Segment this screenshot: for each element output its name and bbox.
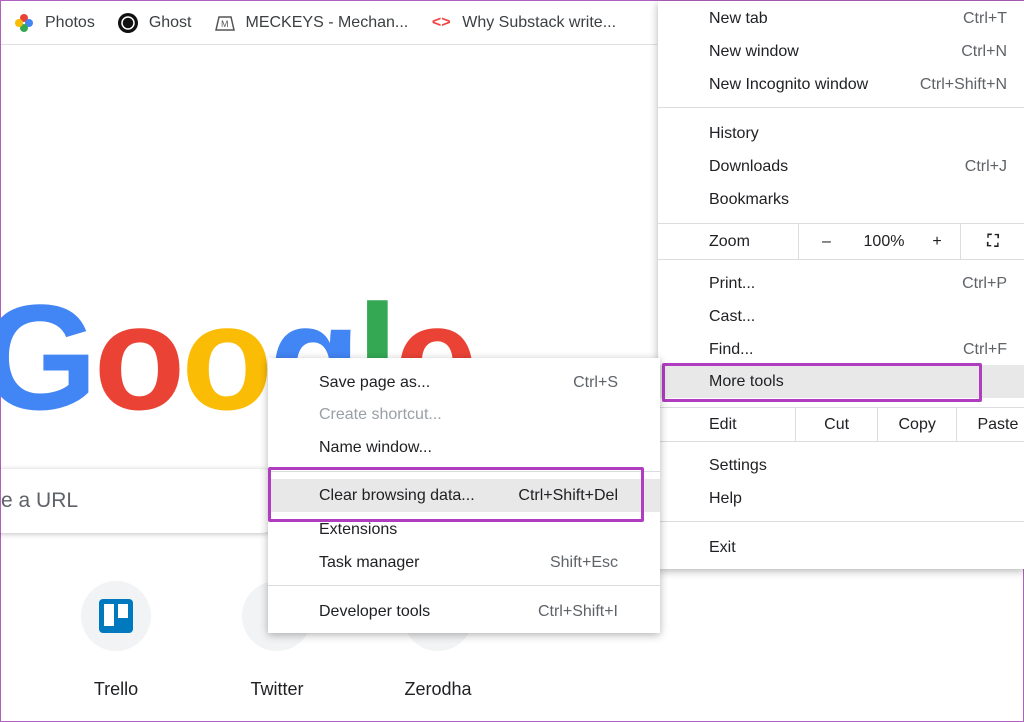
zoom-label: Zoom [709,232,750,250]
shortcut-key: Shift+Esc [549,553,618,571]
submenu-clear-browsing-data[interactable]: Clear browsing data... Ctrl+Shift+Del [268,479,660,512]
menu-bookmarks[interactable]: Bookmarks [658,183,1024,216]
divider [658,521,1024,522]
zoom-out-button[interactable]: – [798,224,854,259]
submenu-save-page[interactable]: Save page as... Ctrl+S [268,366,660,399]
bookmark-substack[interactable]: <> Why Substack write... [430,12,616,34]
menu-label: Save page as... [319,373,431,391]
bookmark-ghost[interactable]: Ghost [117,12,192,34]
menu-label: Exit [709,538,736,556]
menu-print[interactable]: Print... Ctrl+P [658,267,1024,300]
bookmark-photos[interactable]: Photos [13,12,95,34]
shortcut-key: Ctrl+S [573,373,618,391]
menu-label: Cast... [709,307,756,325]
menu-label: Help [709,489,742,507]
menu-new-window[interactable]: New window Ctrl+N [658,35,1024,68]
submenu-create-shortcut[interactable]: Create shortcut... [268,398,660,431]
copy-button[interactable]: Copy [876,408,957,441]
shortcut-key: Ctrl+P [962,274,1007,292]
menu-label: Downloads [709,157,789,175]
submenu-developer-tools[interactable]: Developer tools Ctrl+Shift+I [268,595,660,628]
code-icon: <> [431,13,451,31]
zoom-value: 100% [863,232,905,250]
menu-settings[interactable]: Settings [658,449,1024,482]
divider [268,585,660,586]
shortcut-key: Ctrl+Shift+I [537,602,618,620]
cut-button[interactable]: Cut [795,408,877,441]
trello-icon [81,581,151,651]
divider [268,471,660,472]
menu-help[interactable]: Help [658,482,1024,515]
menu-cast[interactable]: Cast... [658,300,1024,333]
menu-new-incognito[interactable]: New Incognito window Ctrl+Shift+N [658,68,1024,101]
menu-label: Print... [709,274,756,292]
zoom-in-button[interactable]: + [914,233,960,251]
google-photos-icon [13,12,35,34]
menu-label: Create shortcut... [319,405,442,423]
divider [658,441,1024,442]
menu-label: Bookmarks [709,190,790,208]
shortcut-key: Ctrl+Shift+N [919,75,1007,93]
menu-label: More tools [709,372,784,390]
divider [658,107,1024,108]
menu-label: Task manager [319,553,420,571]
submenu-task-manager[interactable]: Task manager Shift+Esc [268,546,660,579]
menu-label: New tab [709,9,768,27]
bookmark-label: Ghost [148,13,192,31]
bookmark-label: Photos [45,13,95,31]
search-placeholder: e a URL [1,489,79,512]
menu-label: Settings [709,456,767,474]
submenu-extensions[interactable]: Extensions [268,513,660,546]
menu-label: Clear browsing data... [319,486,475,504]
bookmark-label: MECKEYS - Mechan... [245,13,409,31]
paste-button[interactable]: Paste [956,408,1024,441]
shortcut-trello[interactable]: Trello [56,581,176,700]
chrome-main-menu: New tab Ctrl+T New window Ctrl+N New Incog… [658,1,1024,569]
edit-row: Edit Cut Copy Paste [658,408,1024,441]
menu-find[interactable]: Find... Ctrl+F [658,333,1024,366]
submenu-name-window[interactable]: Name window... [268,431,660,464]
menu-history[interactable]: History [658,117,1024,150]
menu-label: Developer tools [319,602,431,620]
shortcut-key: Ctrl+N [961,42,1007,60]
shortcut-label: Twitter [250,679,304,699]
zoom-row: Zoom – 100% + ⛶ [658,224,1024,259]
menu-label: New window [709,42,799,60]
menu-label: Extensions [319,520,398,538]
edit-label: Edit [709,415,737,433]
svg-text:M: M [221,19,229,29]
menu-downloads[interactable]: Downloads Ctrl+J [658,150,1024,183]
menu-new-tab[interactable]: New tab Ctrl+T [658,2,1024,35]
menu-label: Find... [709,340,754,358]
shortcut-key: Ctrl+Shift+Del [518,486,618,504]
divider [658,259,1024,260]
menu-label: New Incognito window [709,75,869,93]
menu-label: Name window... [319,438,432,456]
search-input[interactable]: e a URL [0,469,291,533]
shortcut-key: Ctrl+J [964,157,1007,175]
fullscreen-icon[interactable]: ⛶ [960,224,1024,259]
shortcut-key: Ctrl+F [963,340,1007,358]
bookmark-meckeys[interactable]: M MECKEYS - Mechan... [214,12,409,34]
menu-more-tools[interactable]: More tools [658,365,1024,398]
menu-label: History [709,124,759,142]
meckeys-icon: M [214,12,236,34]
more-tools-submenu: Save page as... Ctrl+S Create shortcut...… [268,358,660,633]
shortcut-label: Trello [93,679,139,699]
ghost-icon [117,12,139,34]
menu-exit[interactable]: Exit [658,531,1024,564]
shortcut-key: Ctrl+T [963,9,1007,27]
bookmarks-bar: Photos Ghost M MECKEYS - Mechan... <> Why … [1,1,657,45]
bookmark-label: Why Substack write... [462,13,617,31]
shortcut-label: Zerodha [404,679,472,699]
